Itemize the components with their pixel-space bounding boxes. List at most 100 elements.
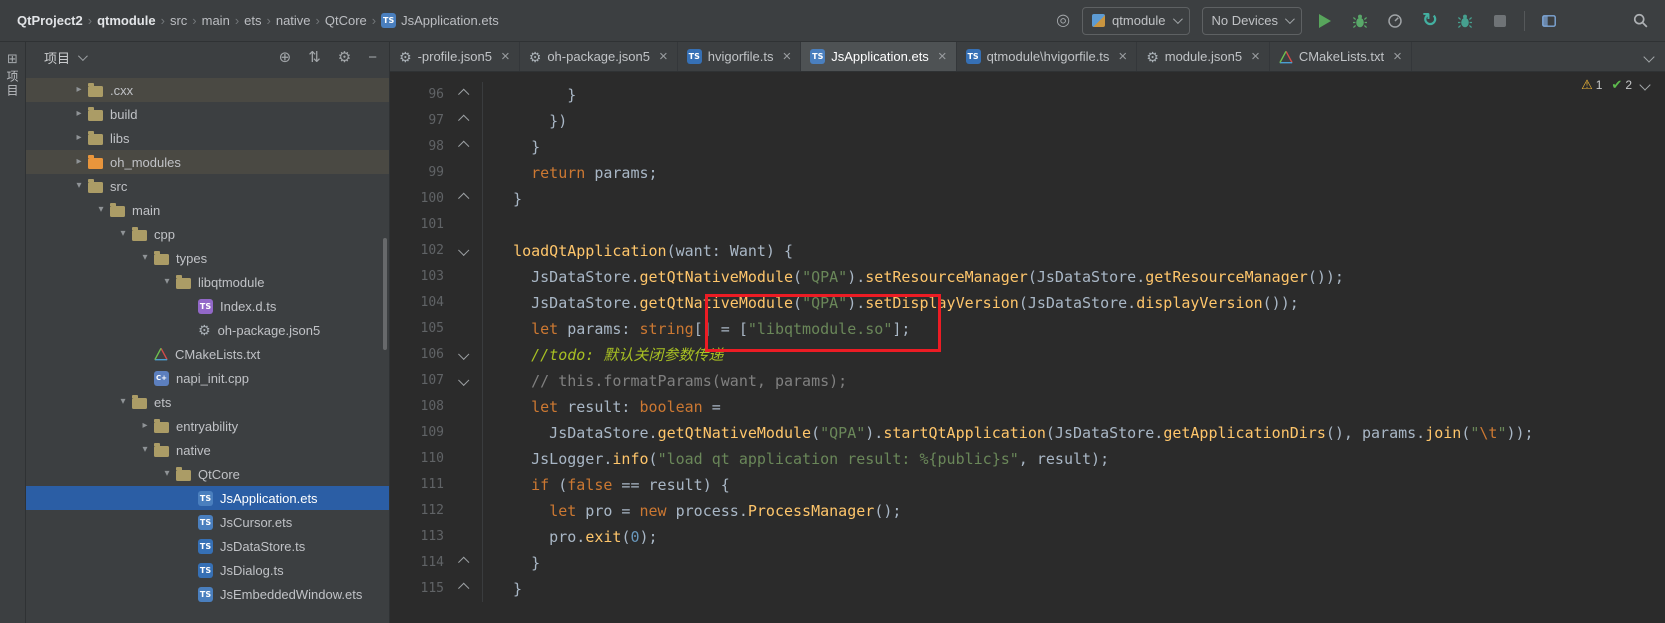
attach-debugger-button[interactable] — [1454, 10, 1476, 32]
tree-item-native[interactable]: ▾native — [26, 438, 389, 462]
profiler-button[interactable] — [1384, 10, 1406, 32]
code-text[interactable]: JsLogger.info("load qt application resul… — [483, 446, 1109, 472]
tab-cmakelists-txt[interactable]: CMakeLists.txt× — [1270, 42, 1412, 71]
tab-oh-package-json5[interactable]: ⚙oh-package.json5× — [520, 42, 678, 71]
tab-hvigorfile-ts[interactable]: TShvigorfile.ts× — [678, 42, 802, 71]
code-text[interactable]: pro.exit(0); — [483, 524, 658, 550]
line-number[interactable]: 112 — [390, 498, 444, 524]
fold-expanded-icon[interactable] — [444, 238, 483, 264]
breadcrumb-item[interactable]: TSJsApplication.ets — [378, 11, 502, 30]
tab-close-icon[interactable]: × — [782, 49, 791, 64]
fold-end-icon[interactable] — [444, 134, 483, 160]
tree-item-jsdialog-ts[interactable]: TSJsDialog.ts — [26, 558, 389, 582]
chevron-down-icon[interactable] — [1639, 79, 1650, 90]
fold-end-icon[interactable] — [444, 550, 483, 576]
code-text[interactable]: let result: boolean = — [483, 394, 721, 420]
collapse-all-icon[interactable]: ⇅ — [308, 50, 321, 65]
device-target-icon[interactable]: ◎ — [1056, 12, 1070, 29]
tab-close-icon[interactable]: × — [1251, 49, 1260, 64]
line-number[interactable]: 106 — [390, 342, 444, 368]
tree-item-libs[interactable]: ▸libs — [26, 126, 389, 150]
search-button[interactable] — [1629, 10, 1651, 32]
tree-scrollbar[interactable] — [383, 238, 387, 350]
line-number[interactable]: 99 — [390, 160, 444, 186]
chevron-right-icon[interactable]: ▸ — [136, 421, 154, 431]
breadcrumb-item[interactable]: QtCore — [322, 11, 370, 30]
line-number[interactable]: 110 — [390, 446, 444, 472]
fold-end-icon[interactable] — [444, 576, 483, 602]
tab-close-icon[interactable]: × — [1118, 49, 1127, 64]
debug-button[interactable] — [1349, 10, 1371, 32]
code-text[interactable]: let pro = new process.ProcessManager(); — [483, 498, 901, 524]
tree-item-cmakelists-txt[interactable]: CMakeLists.txt — [26, 342, 389, 366]
tree-item-napi-init-cpp[interactable]: C+napi_init.cpp — [26, 366, 389, 390]
line-number[interactable]: 107 — [390, 368, 444, 394]
chevron-right-icon[interactable]: ▸ — [70, 85, 88, 95]
chevron-down-icon[interactable]: ▾ — [114, 229, 132, 239]
chevron-down-icon[interactable]: ▾ — [92, 205, 110, 215]
code-text[interactable]: loadQtApplication(want: Want) { — [483, 238, 793, 264]
line-number[interactable]: 114 — [390, 550, 444, 576]
tree-item-jscursor-ets[interactable]: TSJsCursor.ets — [26, 510, 389, 534]
project-panel-title[interactable]: 项目 — [44, 48, 70, 67]
code-text[interactable]: } — [483, 186, 522, 212]
line-number[interactable]: 103 — [390, 264, 444, 290]
fold-expanded-icon[interactable] — [444, 342, 483, 368]
tree-item-jsapplication-ets[interactable]: TSJsApplication.ets — [26, 486, 389, 510]
device-select[interactable]: No Devices — [1202, 7, 1302, 35]
code-text[interactable]: //todo: 默认关闭参数传递 — [483, 342, 723, 368]
tab-close-icon[interactable]: × — [501, 49, 510, 64]
chevron-down-icon[interactable]: ▾ — [136, 445, 154, 455]
chevron-down-icon[interactable]: ▾ — [158, 469, 176, 479]
fold-end-icon[interactable] — [444, 186, 483, 212]
breadcrumb-item[interactable]: native — [273, 11, 314, 30]
line-number[interactable]: 97 — [390, 108, 444, 134]
chevron-right-icon[interactable]: ▸ — [70, 133, 88, 143]
settings-gear-icon[interactable]: ⚙ — [338, 50, 351, 65]
fold-expanded-icon[interactable] — [444, 368, 483, 394]
breadcrumb-item[interactable]: qtmodule — [94, 11, 159, 30]
line-number[interactable]: 105 — [390, 316, 444, 342]
line-number[interactable]: 96 — [390, 82, 444, 108]
tree-item-oh-modules[interactable]: ▸oh_modules — [26, 150, 389, 174]
tree-item-src[interactable]: ▾src — [26, 174, 389, 198]
inspections-widget[interactable]: ⚠ 1 ✔ 2 — [1581, 77, 1649, 93]
tree-item-types[interactable]: ▾types — [26, 246, 389, 270]
line-number[interactable]: 104 — [390, 290, 444, 316]
project-tool-window-button[interactable]: ⊞ 项目 — [4, 52, 21, 98]
locate-icon[interactable]: ⊕ — [279, 50, 292, 65]
line-number[interactable]: 100 — [390, 186, 444, 212]
chevron-down-icon[interactable]: ▾ — [136, 253, 154, 263]
code-text[interactable]: return params; — [483, 160, 658, 186]
fold-end-icon[interactable] — [444, 82, 483, 108]
tab-profile-json5[interactable]: ⚙-profile.json5× — [390, 42, 520, 71]
tree-item-jsembeddedwindow-ets[interactable]: TSJsEmbeddedWindow.ets — [26, 582, 389, 606]
breadcrumb-item[interactable]: QtProject2 — [14, 11, 86, 30]
tree-item-libqtmodule[interactable]: ▾libqtmodule — [26, 270, 389, 294]
line-number[interactable]: 102 — [390, 238, 444, 264]
line-number[interactable]: 111 — [390, 472, 444, 498]
tree-item-jsdatastore-ts[interactable]: TSJsDataStore.ts — [26, 534, 389, 558]
code-text[interactable]: if (false == result) { — [483, 472, 730, 498]
tree-item-build[interactable]: ▸build — [26, 102, 389, 126]
breadcrumb-item[interactable]: main — [199, 11, 233, 30]
code-text[interactable]: // this.formatParams(want, params); — [483, 368, 847, 394]
run-config-select[interactable]: qtmodule — [1082, 7, 1189, 35]
stop-button[interactable] — [1489, 10, 1511, 32]
chevron-right-icon[interactable]: ▸ — [70, 157, 88, 167]
tab-close-icon[interactable]: × — [659, 49, 668, 64]
code-text[interactable]: } — [483, 550, 540, 576]
line-number[interactable]: 115 — [390, 576, 444, 602]
chevron-right-icon[interactable]: ▸ — [70, 109, 88, 119]
code-text[interactable]: } — [483, 576, 522, 602]
restart-button[interactable]: ↻ — [1419, 10, 1441, 32]
code-text[interactable]: } — [483, 134, 540, 160]
tree-item-ets[interactable]: ▾ets — [26, 390, 389, 414]
tree-item-qtcore[interactable]: ▾QtCore — [26, 462, 389, 486]
chevron-down-icon[interactable]: ▾ — [70, 181, 88, 191]
code-text[interactable]: }) — [483, 108, 567, 134]
tab-qtmodule-hvigorfile-ts[interactable]: TSqtmodule\hvigorfile.ts× — [957, 42, 1138, 71]
line-number[interactable]: 113 — [390, 524, 444, 550]
tab-close-icon[interactable]: × — [1393, 49, 1402, 64]
code-text[interactable] — [483, 212, 495, 238]
